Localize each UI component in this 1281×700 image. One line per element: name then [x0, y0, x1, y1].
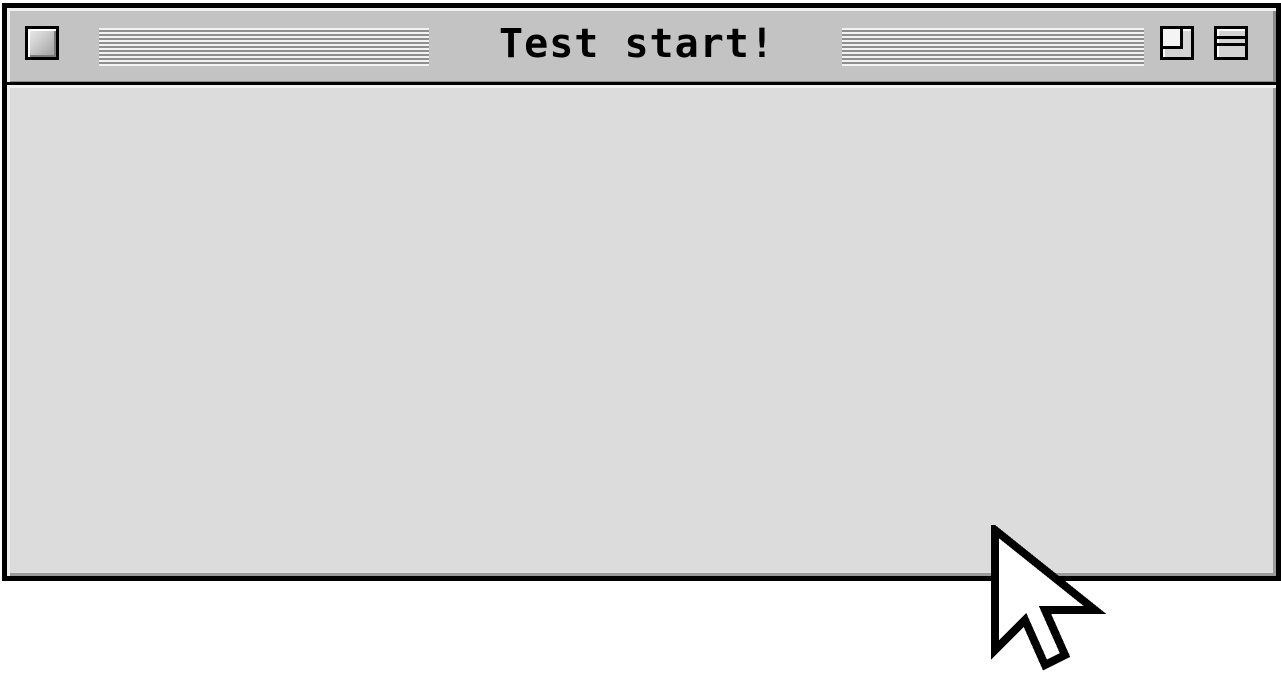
title-bar[interactable]: Test start! — [7, 8, 1276, 85]
collapse-button[interactable] — [1214, 26, 1248, 60]
app-window: Test start! — [2, 3, 1281, 581]
zoom-box-icon — [1163, 29, 1183, 49]
title-bar-stripes-left — [99, 28, 429, 66]
title-bar-stripes-right — [842, 28, 1144, 66]
window-title: Test start! — [499, 21, 775, 67]
window-content — [7, 85, 1276, 576]
close-button[interactable] — [25, 26, 59, 60]
arrow-cursor-icon — [991, 525, 1107, 671]
zoom-button[interactable] — [1160, 26, 1194, 60]
